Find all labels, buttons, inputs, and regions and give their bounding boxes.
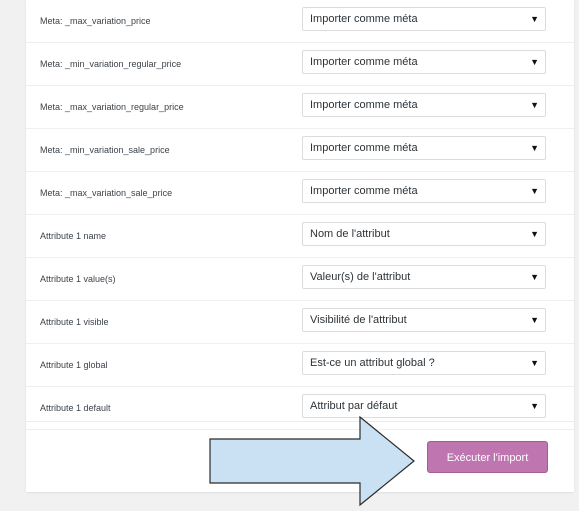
mapping-row: Meta: _min_variation_regular_price Impor… — [26, 43, 574, 86]
import-mapping-panel: Meta: _max_variation_price Importer comm… — [26, 0, 574, 492]
mapping-rows: Meta: _max_variation_price Importer comm… — [26, 0, 574, 430]
mapping-row: Attribute 1 name Nom de l'attribut ▼ — [26, 215, 574, 258]
caret-down-icon: ▼ — [530, 272, 539, 282]
mapping-select[interactable]: Importer comme méta ▼ — [302, 179, 546, 203]
caret-down-icon: ▼ — [530, 57, 539, 67]
mapping-row: Attribute 1 default Attribut par défaut … — [26, 387, 574, 430]
caret-down-icon: ▼ — [530, 401, 539, 411]
select-value: Importer comme méta — [310, 56, 418, 68]
row-label: Meta: _min_variation_sale_price — [40, 145, 170, 155]
mapping-row: Meta: _max_variation_price Importer comm… — [26, 0, 574, 43]
row-label: Meta: _max_variation_sale_price — [40, 188, 173, 198]
mapping-select[interactable]: Valeur(s) de l'attribut ▼ — [302, 265, 546, 289]
mapping-select[interactable]: Est-ce un attribut global ? ▼ — [302, 351, 546, 375]
select-value: Importer comme méta — [310, 185, 418, 197]
mapping-row: Attribute 1 value(s) Valeur(s) de l'attr… — [26, 258, 574, 301]
row-label: Attribute 1 name — [40, 231, 107, 241]
caret-down-icon: ▼ — [530, 100, 539, 110]
mapping-row: Meta: _min_variation_sale_price Importer… — [26, 129, 574, 172]
row-label: Meta: _max_variation_regular_price — [40, 102, 184, 112]
select-value: Attribut par défaut — [310, 400, 398, 412]
mapping-select[interactable]: Attribut par défaut ▼ — [302, 394, 546, 418]
caret-down-icon: ▼ — [530, 229, 539, 239]
run-import-button[interactable]: Exécuter l'import — [427, 441, 548, 473]
mapping-select[interactable]: Visibilité de l'attribut ▼ — [302, 308, 546, 332]
caret-down-icon: ▼ — [530, 186, 539, 196]
row-label: Attribute 1 value(s) — [40, 274, 116, 284]
row-label: Attribute 1 visible — [40, 317, 109, 327]
select-value: Importer comme méta — [310, 13, 418, 25]
select-value: Est-ce un attribut global ? — [310, 357, 435, 369]
mapping-select[interactable]: Importer comme méta ▼ — [302, 93, 546, 117]
mapping-row: Attribute 1 visible Visibilité de l'attr… — [26, 301, 574, 344]
select-value: Importer comme méta — [310, 142, 418, 154]
mapping-row: Meta: _max_variation_sale_price Importer… — [26, 172, 574, 215]
caret-down-icon: ▼ — [530, 358, 539, 368]
select-value: Valeur(s) de l'attribut — [310, 271, 411, 283]
mapping-select[interactable]: Nom de l'attribut ▼ — [302, 222, 546, 246]
mapping-select[interactable]: Importer comme méta ▼ — [302, 7, 546, 31]
select-value: Importer comme méta — [310, 99, 418, 111]
mapping-row: Meta: _max_variation_regular_price Impor… — [26, 86, 574, 129]
row-label: Attribute 1 global — [40, 360, 108, 370]
caret-down-icon: ▼ — [530, 315, 539, 325]
select-value: Visibilité de l'attribut — [310, 314, 407, 326]
mapping-row: Attribute 1 global Est-ce un attribut gl… — [26, 344, 574, 387]
footer-divider — [26, 421, 574, 422]
select-value: Nom de l'attribut — [310, 228, 390, 240]
row-label: Attribute 1 default — [40, 403, 111, 413]
mapping-select[interactable]: Importer comme méta ▼ — [302, 136, 546, 160]
mapping-select[interactable]: Importer comme méta ▼ — [302, 50, 546, 74]
caret-down-icon: ▼ — [530, 14, 539, 24]
row-label: Meta: _max_variation_price — [40, 16, 151, 26]
caret-down-icon: ▼ — [530, 143, 539, 153]
row-label: Meta: _min_variation_regular_price — [40, 59, 182, 69]
